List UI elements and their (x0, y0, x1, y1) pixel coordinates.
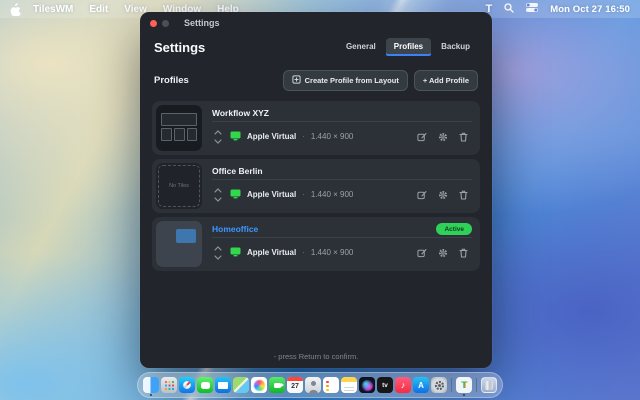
gear-icon[interactable] (438, 132, 448, 142)
display-name: Apple Virtual (247, 132, 296, 141)
gear-icon[interactable] (438, 248, 448, 258)
minimize-button[interactable] (162, 20, 169, 27)
profile-card-workflow-xyz[interactable]: Workflow XYZ Apple Virtual · 1.440 × 900 (152, 101, 480, 155)
tab-profiles[interactable]: Profiles (386, 38, 431, 56)
window-titlebar[interactable]: Settings (140, 12, 492, 34)
system-settings-dock-icon[interactable] (431, 377, 447, 393)
display-name: Apple Virtual (247, 190, 296, 199)
edit-profile-button[interactable] (417, 190, 427, 200)
display-icon (230, 244, 241, 262)
finder-dock-icon[interactable] (143, 377, 159, 393)
layout-plus-icon (292, 75, 301, 86)
section-title: Profiles (154, 75, 189, 86)
profile-list: Workflow XYZ Apple Virtual · 1.440 × 900 (140, 101, 492, 271)
apple-tv-dock-icon[interactable]: tv (377, 377, 393, 393)
display-icon (230, 128, 241, 146)
edit-profile-button[interactable] (417, 248, 427, 258)
profile-name: Workflow XYZ (212, 108, 269, 118)
create-profile-from-layout-button[interactable]: Create Profile from Layout (283, 70, 408, 91)
apple-logo-icon[interactable] (10, 3, 21, 16)
display-resolution: 1.440 × 900 (311, 248, 353, 257)
menu-edit[interactable]: Edit (81, 4, 116, 15)
search-icon[interactable] (504, 3, 514, 16)
notes-dock-icon[interactable] (341, 377, 357, 393)
mail-dock-icon[interactable] (215, 377, 231, 393)
photos-dock-icon[interactable] (251, 377, 267, 393)
app-store-dock-icon[interactable]: A (413, 377, 429, 393)
siri-dock-icon[interactable] (359, 377, 375, 393)
display-resolution: 1.440 × 900 (311, 190, 353, 199)
reminders-dock-icon[interactable] (323, 377, 339, 393)
separator-dot: · (302, 132, 305, 141)
close-button[interactable] (150, 20, 157, 27)
delete-profile-button[interactable] (459, 190, 468, 200)
profile-name: Homeoffice (212, 224, 258, 234)
dock-separator (476, 378, 477, 392)
menu-clock[interactable]: Mon Oct 27 16:50 (550, 4, 630, 15)
launchpad-dock-icon[interactable] (161, 377, 177, 393)
footer-hint: - press Return to confirm. (140, 352, 492, 361)
tab-bar: General Profiles Backup (338, 38, 478, 56)
safari-dock-icon[interactable] (179, 377, 195, 393)
tab-backup[interactable]: Backup (433, 38, 478, 56)
profile-thumbnail-empty: No Tiles (156, 163, 202, 209)
window-title: Settings (184, 18, 220, 28)
move-up-button[interactable] (214, 130, 222, 135)
page-title: Settings (154, 40, 205, 55)
no-tiles-label: No Tiles (169, 183, 189, 189)
delete-profile-button[interactable] (459, 248, 468, 258)
profile-name: Office Berlin (212, 166, 263, 176)
move-down-button[interactable] (214, 255, 222, 260)
desktop-wallpaper: TilesWM Edit View Window Help T Mon Oct … (0, 0, 640, 400)
contacts-dock-icon[interactable] (305, 377, 321, 393)
menu-app-name[interactable]: TilesWM (25, 4, 81, 15)
edit-profile-button[interactable] (417, 132, 427, 142)
profile-thumbnail-active (156, 221, 202, 267)
display-resolution: 1.440 × 900 (311, 132, 353, 141)
facetime-dock-icon[interactable] (269, 377, 285, 393)
move-up-button[interactable] (214, 188, 222, 193)
settings-window: Settings Settings General Profiles Backu… (140, 12, 492, 368)
profile-card-office-berlin[interactable]: No Tiles Office Berlin Apple Virtual · (152, 159, 480, 213)
music-dock-icon[interactable]: ♪ (395, 377, 411, 393)
calendar-dock-icon[interactable]: 27 (287, 377, 303, 393)
profile-thumbnail-layout (156, 105, 202, 151)
separator-dot: · (302, 248, 305, 257)
separator-dot: · (302, 190, 305, 199)
tileswm-dock-icon[interactable]: T (456, 377, 472, 393)
tab-general[interactable]: General (338, 38, 384, 56)
control-center-icon[interactable] (526, 3, 538, 15)
move-down-button[interactable] (214, 139, 222, 144)
gear-icon[interactable] (438, 190, 448, 200)
maps-dock-icon[interactable] (233, 377, 249, 393)
dock-separator (451, 378, 452, 392)
profile-card-homeoffice[interactable]: Homeoffice Active Apple Virtual · 1.440 … (152, 217, 480, 271)
messages-dock-icon[interactable] (197, 377, 213, 393)
delete-profile-button[interactable] (459, 132, 468, 142)
display-icon (230, 186, 241, 204)
move-up-button[interactable] (214, 246, 222, 251)
active-badge: Active (436, 223, 472, 235)
add-profile-button[interactable]: + Add Profile (414, 70, 478, 91)
move-down-button[interactable] (214, 197, 222, 202)
trash-dock-icon[interactable] (481, 377, 497, 393)
display-name: Apple Virtual (247, 248, 296, 257)
dock: 27 tv ♪ A T (137, 372, 503, 398)
